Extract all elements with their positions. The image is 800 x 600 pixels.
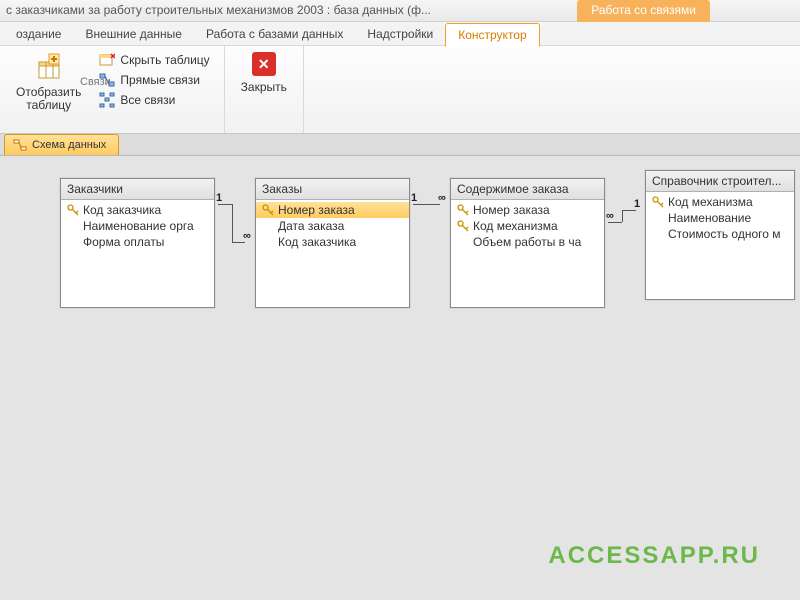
field-row[interactable]: Наименование: [646, 210, 794, 226]
hide-table-icon: [99, 52, 115, 68]
show-table-button[interactable]: Отобразить таблицу: [10, 50, 87, 114]
menu-tab-1[interactable]: Внешние данные: [73, 23, 194, 45]
table-header[interactable]: Содержимое заказа: [451, 179, 604, 200]
relationships-icon: [13, 138, 27, 152]
field-name: Объем работы в ча: [473, 235, 581, 249]
table-header[interactable]: Заказы: [256, 179, 409, 200]
direct-links-button[interactable]: Прямые связи: [95, 70, 213, 90]
contextual-tab-label: Работа со связями: [591, 3, 696, 17]
contextual-tab[interactable]: Работа со связями: [577, 0, 710, 22]
field-row[interactable]: Код заказчика: [61, 202, 214, 218]
field-row[interactable]: Стоимость одного м: [646, 226, 794, 242]
cardinality-one: 1: [634, 198, 640, 210]
cardinality-one: 1: [411, 192, 417, 204]
links-group-label: Связи: [80, 76, 111, 88]
all-links-button[interactable]: Все связи: [95, 90, 213, 110]
hide-table-button[interactable]: Скрыть таблицу: [95, 50, 213, 70]
field-row[interactable]: Номер заказа: [451, 202, 604, 218]
schema-tab[interactable]: Схема данных: [4, 134, 119, 155]
key-icon: [262, 204, 274, 216]
close-button[interactable]: ✕ Закрыть: [235, 50, 293, 96]
menu-tab-3[interactable]: Надстройки: [355, 23, 445, 45]
title-text: с заказчиками за работу строительных мех…: [6, 3, 431, 17]
close-icon: ✕: [252, 52, 276, 76]
all-links-icon: [99, 92, 115, 108]
key-icon: [67, 204, 79, 216]
field-name: Код механизма: [668, 195, 753, 209]
table-plus-icon: [33, 52, 65, 84]
cardinality-many: ∞: [606, 210, 614, 222]
table-header[interactable]: Заказчики: [61, 179, 214, 200]
ribbon-group-links: Отобразить таблицу Скрыть таблицу Прямые…: [0, 46, 225, 133]
field-name: Код заказчика: [278, 235, 356, 249]
field-row[interactable]: Форма оплаты: [61, 234, 214, 250]
ribbon-tabs: озданиеВнешние данныеРабота с базами дан…: [0, 22, 800, 46]
field-row[interactable]: Код механизма: [451, 218, 604, 234]
field-name: Стоимость одного м: [668, 227, 781, 241]
table-header[interactable]: Справочник строител...: [646, 171, 794, 192]
cardinality-many: ∞: [438, 192, 446, 204]
close-label: Закрыть: [241, 80, 287, 94]
field-name: Код механизма: [473, 219, 558, 233]
key-icon: [652, 196, 664, 208]
field-name: Код заказчика: [83, 203, 161, 217]
cardinality-one: 1: [216, 192, 222, 204]
table-1[interactable]: Заказы Номер заказа Дата заказа Код заказчи…: [255, 178, 410, 308]
cardinality-many: ∞: [243, 230, 251, 242]
document-tab-bar: Схема данных: [0, 134, 800, 156]
schema-tab-label: Схема данных: [32, 139, 106, 151]
table-2[interactable]: Содержимое заказа Номер заказа Код механиз…: [450, 178, 605, 308]
field-row[interactable]: Код механизма: [646, 194, 794, 210]
field-name: Форма оплаты: [83, 235, 164, 249]
relationship-canvas[interactable]: ACCESSAPP.RU Заказчики Код заказчика Наиме…: [0, 156, 800, 600]
field-row[interactable]: Дата заказа: [256, 218, 409, 234]
field-row[interactable]: Код заказчика: [256, 234, 409, 250]
key-icon: [457, 220, 469, 232]
field-row[interactable]: Номер заказа: [256, 202, 409, 218]
field-row[interactable]: Объем работы в ча: [451, 234, 604, 250]
ribbon: Отобразить таблицу Скрыть таблицу Прямые…: [0, 46, 800, 134]
title-bar: с заказчиками за работу строительных мех…: [0, 0, 800, 22]
table-0[interactable]: Заказчики Код заказчика Наименование орга Ф…: [60, 178, 215, 308]
field-name: Номер заказа: [473, 203, 550, 217]
menu-tab-4[interactable]: Конструктор: [445, 23, 539, 47]
all-links-label: Все связи: [120, 93, 175, 107]
menu-tab-2[interactable]: Работа с базами данных: [194, 23, 355, 45]
key-icon: [457, 204, 469, 216]
field-name: Наименование: [668, 211, 751, 225]
field-row[interactable]: Наименование орга: [61, 218, 214, 234]
show-table-label: Отобразить таблицу: [16, 86, 81, 112]
hide-table-label: Скрыть таблицу: [120, 53, 209, 67]
ribbon-group-close: ✕ Закрыть: [225, 46, 304, 133]
table-3[interactable]: Справочник строител... Код механизма Наиме…: [645, 170, 795, 300]
direct-links-label: Прямые связи: [120, 73, 200, 87]
field-name: Номер заказа: [278, 203, 355, 217]
watermark: ACCESSAPP.RU: [548, 542, 760, 570]
field-name: Наименование орга: [83, 219, 194, 233]
field-name: Дата заказа: [278, 219, 344, 233]
menu-tab-0[interactable]: оздание: [4, 23, 73, 45]
